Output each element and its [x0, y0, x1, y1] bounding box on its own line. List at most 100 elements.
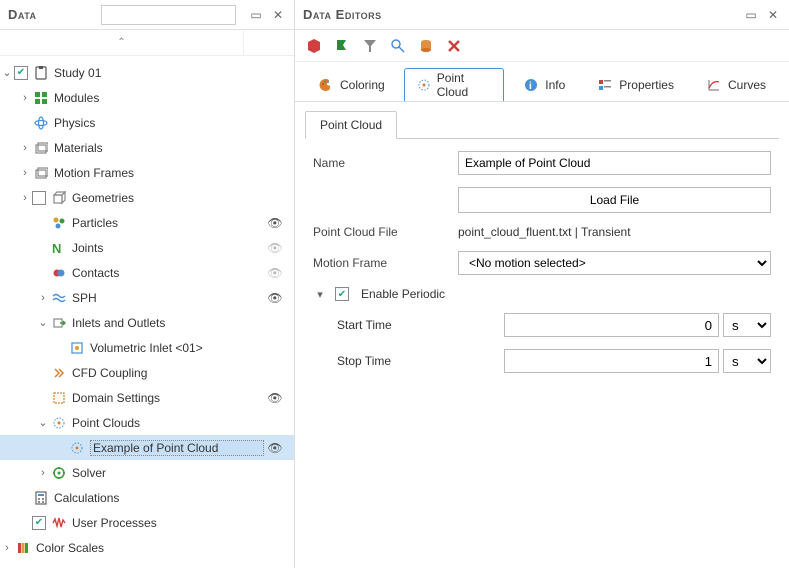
- motion-frame-select[interactable]: <No motion selected>: [458, 251, 771, 275]
- tree-item-physics[interactable]: Physics: [0, 110, 294, 135]
- enable-periodic-checkbox[interactable]: [335, 287, 349, 301]
- tree-item-modules[interactable]: › Modules: [0, 85, 294, 110]
- eye-off-icon[interactable]: 👁: [264, 241, 286, 255]
- editor-tabs: Coloring Point Cloud i Info Properties C…: [295, 62, 789, 102]
- close-icon[interactable]: ✕: [765, 7, 781, 23]
- eye-icon[interactable]: 👁: [264, 216, 286, 230]
- file-label: Point Cloud File: [313, 225, 458, 239]
- chevron-down-icon[interactable]: ⌄: [36, 416, 50, 429]
- tree-item-sph[interactable]: › SPH 👁: [0, 285, 294, 310]
- tree-label: Domain Settings: [72, 391, 264, 405]
- tree-item-motion-frames[interactable]: › Motion Frames: [0, 160, 294, 185]
- tree-label: CFD Coupling: [72, 366, 286, 380]
- tree-item-color-scales[interactable]: › Color Scales: [0, 535, 294, 560]
- tab-coloring[interactable]: Coloring: [305, 68, 398, 101]
- delete-icon[interactable]: [445, 37, 463, 55]
- data-panel: Data ▭ ✕ ⌃ ⌄ Study 01 › Modules Physics …: [0, 0, 295, 568]
- solver-icon: [50, 465, 68, 481]
- editors-toolbar: [295, 30, 789, 62]
- curves-icon: [706, 77, 722, 93]
- eye-off-icon[interactable]: 👁: [264, 266, 286, 280]
- contacts-icon: [50, 265, 68, 281]
- point-cloud-form: Name Load File Point Cloud File point_cl…: [295, 139, 789, 385]
- properties-icon: [597, 77, 613, 93]
- tab-properties[interactable]: Properties: [584, 68, 687, 101]
- userproc-icon: [50, 515, 68, 531]
- eye-icon[interactable]: 👁: [264, 291, 286, 305]
- load-file-button[interactable]: Load File: [458, 187, 771, 213]
- start-time-input[interactable]: [504, 313, 719, 337]
- chevron-right-icon[interactable]: ›: [0, 542, 14, 554]
- funnel-icon[interactable]: [361, 37, 379, 55]
- filter-sort[interactable]: ⌃: [0, 30, 244, 55]
- filter-visibility[interactable]: [244, 30, 294, 55]
- tree-item-solver[interactable]: › Solver: [0, 460, 294, 485]
- chevron-right-icon[interactable]: ›: [36, 292, 50, 304]
- svg-text:i: i: [529, 81, 532, 92]
- domain-icon: [50, 390, 68, 406]
- chevron-right-icon[interactable]: ›: [18, 192, 32, 204]
- tree-item-example-point-cloud[interactable]: Example of Point Cloud 👁: [0, 435, 294, 460]
- clipboard-icon: [32, 65, 50, 81]
- palette-icon: [318, 77, 334, 93]
- tree-label: Calculations: [54, 491, 286, 505]
- tab-label: Curves: [728, 78, 766, 92]
- tree-label: Point Clouds: [72, 416, 286, 430]
- green-flag-icon[interactable]: [333, 37, 351, 55]
- tree-label: Solver: [72, 466, 286, 480]
- pointcloud-icon: [50, 415, 68, 431]
- tree-item-study[interactable]: ⌄ Study 01: [0, 60, 294, 85]
- pointcloud-icon: [417, 77, 431, 93]
- tree-item-point-clouds[interactable]: ⌄ Point Clouds: [0, 410, 294, 435]
- tree-item-inlets-outlets[interactable]: ⌄ Inlets and Outlets: [0, 310, 294, 335]
- red-cube-icon[interactable]: [305, 37, 323, 55]
- chevron-right-icon[interactable]: ›: [18, 167, 32, 179]
- tree-item-calculations[interactable]: Calculations: [0, 485, 294, 510]
- sph-icon: [50, 290, 68, 306]
- tree-item-volumetric-inlet[interactable]: Volumetric Inlet <01>: [0, 335, 294, 360]
- editors-panel-header: Data Editors ▭ ✕: [295, 0, 789, 30]
- geometries-checkbox[interactable]: [32, 191, 46, 205]
- tree-item-domain-settings[interactable]: Domain Settings 👁: [0, 385, 294, 410]
- tab-point-cloud[interactable]: Point Cloud: [404, 68, 505, 101]
- tree-item-joints[interactable]: N Joints 👁: [0, 235, 294, 260]
- tree-label: User Processes: [72, 516, 286, 530]
- tree-item-particles[interactable]: Particles 👁: [0, 210, 294, 235]
- tree-label: SPH: [72, 291, 264, 305]
- name-input[interactable]: [458, 151, 771, 175]
- subtab-point-cloud[interactable]: Point Cloud: [305, 111, 397, 139]
- chevron-down-icon[interactable]: ⌄: [0, 66, 14, 79]
- motion-frames-icon: [32, 165, 50, 181]
- inspect-icon[interactable]: [389, 37, 407, 55]
- physics-icon: [32, 115, 50, 131]
- restore-icon[interactable]: ▭: [743, 7, 759, 23]
- close-icon[interactable]: ✕: [270, 7, 286, 23]
- stop-time-input[interactable]: [504, 349, 719, 373]
- user-processes-checkbox[interactable]: [32, 516, 46, 530]
- data-tree: ⌄ Study 01 › Modules Physics › Materials…: [0, 56, 294, 568]
- eye-icon[interactable]: 👁: [264, 441, 286, 455]
- tree-item-user-processes[interactable]: User Processes: [0, 510, 294, 535]
- tree-item-materials[interactable]: › Materials: [0, 135, 294, 160]
- start-time-unit-select[interactable]: s: [723, 313, 771, 337]
- tree-label: Joints: [72, 241, 264, 255]
- stop-time-unit-select[interactable]: s: [723, 349, 771, 373]
- info-icon: i: [523, 77, 539, 93]
- data-search-input[interactable]: [101, 5, 236, 25]
- tree-item-geometries[interactable]: › Geometries: [0, 185, 294, 210]
- eye-icon[interactable]: 👁: [264, 391, 286, 405]
- restore-icon[interactable]: ▭: [248, 7, 264, 23]
- chevron-right-icon[interactable]: ›: [36, 467, 50, 479]
- tree-item-cfd-coupling[interactable]: CFD Coupling: [0, 360, 294, 385]
- cylinder-icon[interactable]: [417, 37, 435, 55]
- file-value: point_cloud_fluent.txt | Transient: [458, 225, 631, 239]
- chevron-down-icon[interactable]: ⌄: [36, 316, 50, 329]
- tab-curves[interactable]: Curves: [693, 68, 779, 101]
- chevron-down-icon[interactable]: ▾: [313, 288, 327, 301]
- tab-info[interactable]: i Info: [510, 68, 578, 101]
- study-checkbox[interactable]: [14, 66, 28, 80]
- tree-label: Modules: [54, 91, 286, 105]
- chevron-right-icon[interactable]: ›: [18, 92, 32, 104]
- tree-item-contacts[interactable]: Contacts 👁: [0, 260, 294, 285]
- chevron-right-icon[interactable]: ›: [18, 142, 32, 154]
